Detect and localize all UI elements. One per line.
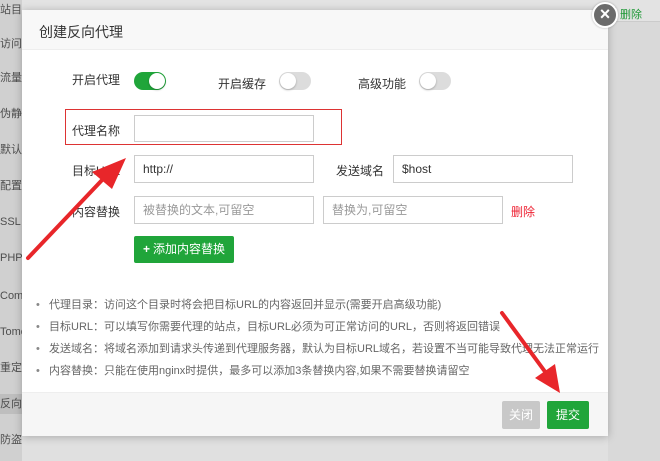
plus-icon: + <box>142 242 150 256</box>
enable-proxy-toggle[interactable] <box>134 72 166 90</box>
toggle-knob <box>149 73 165 89</box>
add-content-replace-button[interactable]: + 添加内容替换 <box>134 236 234 263</box>
create-reverse-proxy-dialog: 创建反向代理 开启代理 开启缓存 高级功能 代理名称 目标URL 发送域名 内容… <box>22 10 608 436</box>
replace-find-input[interactable] <box>134 196 314 224</box>
close-icon[interactable]: × <box>592 2 618 28</box>
content-replace-label: 内容替换 <box>72 205 121 219</box>
proxy-name-input[interactable] <box>134 115 314 142</box>
close-button[interactable]: 关闭 <box>502 401 540 429</box>
enable-proxy-label: 开启代理 <box>72 73 121 87</box>
tip-item: 内容替换：只能在使用nginx时提供，最多可以添加3条替换内容,如果不需要替换请… <box>34 360 604 382</box>
target-url-input[interactable] <box>134 155 314 183</box>
replace-with-input[interactable] <box>323 196 503 224</box>
enable-cache-toggle[interactable] <box>279 72 311 90</box>
advanced-toggle[interactable] <box>419 72 451 90</box>
submit-button[interactable]: 提交 <box>547 401 589 429</box>
target-url-label: 目标URL <box>72 164 121 178</box>
dialog-title: 创建反向代理 <box>39 24 123 40</box>
replace-delete-link[interactable]: 删除 <box>511 203 535 220</box>
help-tips: 代理目录：访问这个目录时将会把目标URL的内容返回并显示(需要开启高级功能) 目… <box>34 294 604 382</box>
toggle-knob <box>420 73 436 89</box>
enable-cache-label: 开启缓存 <box>218 77 267 91</box>
send-domain-input[interactable] <box>393 155 573 183</box>
dialog-header: 创建反向代理 <box>22 10 608 50</box>
toggle-knob <box>280 73 296 89</box>
tip-item: 发送域名：将域名添加到请求头传递到代理服务器，默认为目标URL域名，若设置不当可… <box>34 338 604 360</box>
tip-item: 代理目录：访问这个目录时将会把目标URL的内容返回并显示(需要开启高级功能) <box>34 294 604 316</box>
dialog-footer: 关闭 提交 <box>22 392 608 436</box>
advanced-label: 高级功能 <box>358 77 407 91</box>
proxy-name-label: 代理名称 <box>72 124 121 138</box>
add-content-replace-label: 添加内容替换 <box>153 242 226 256</box>
tip-item: 目标URL：可以填写你需要代理的站点，目标URL必须为可正常访问的URL，否则将… <box>34 316 604 338</box>
send-domain-label: 发送域名 <box>336 164 385 178</box>
